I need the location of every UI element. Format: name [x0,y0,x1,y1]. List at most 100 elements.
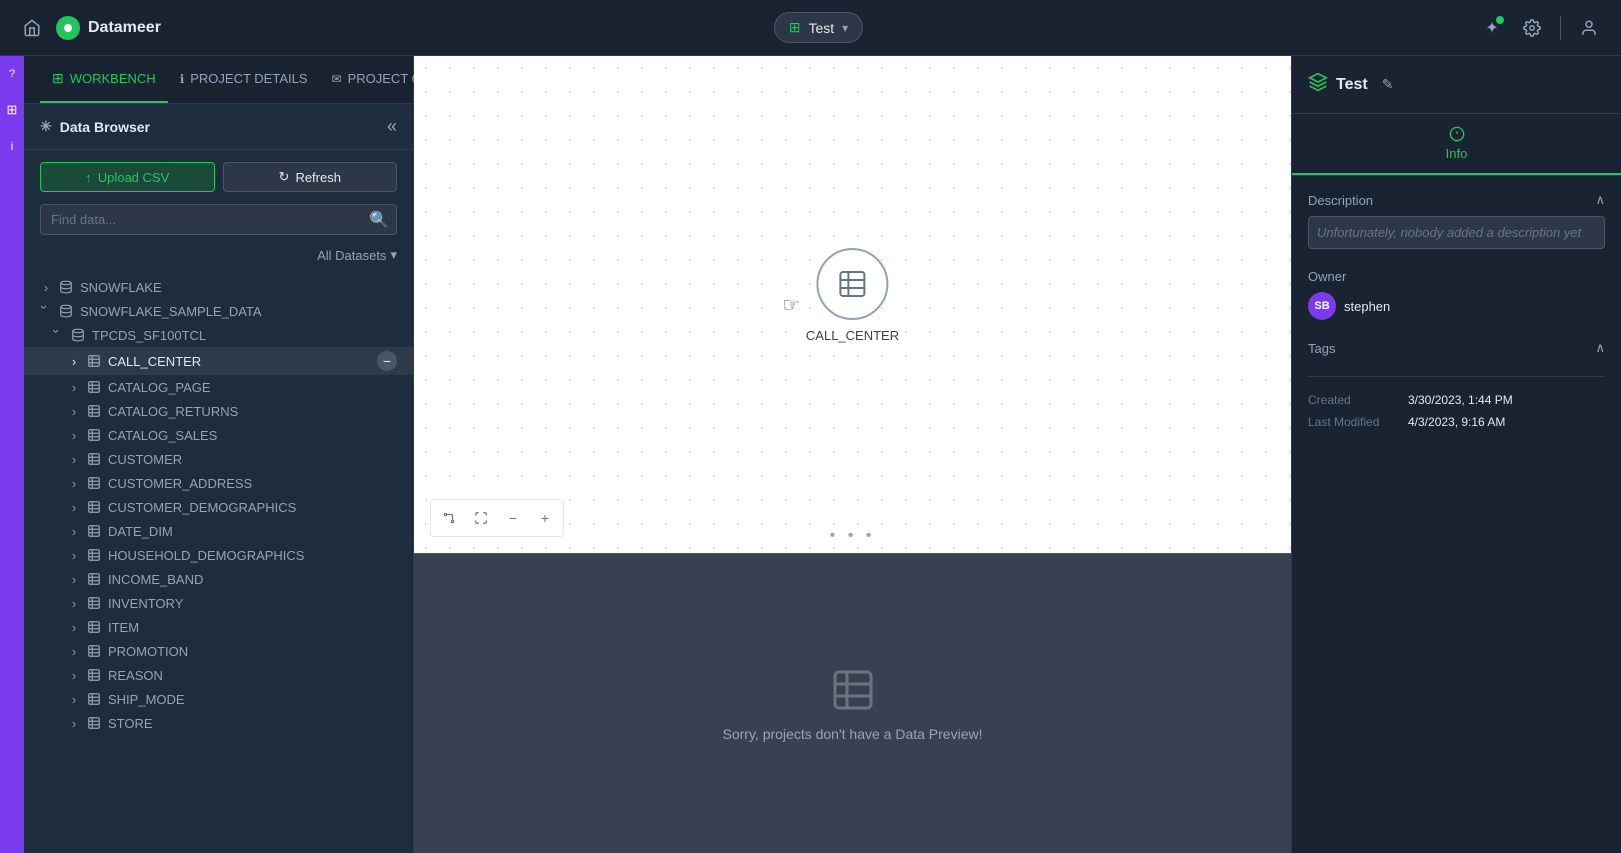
last-modified-value: 4/3/2023, 9:16 AM [1408,415,1505,429]
tree-item-label: REASON [108,668,397,683]
table-icon [86,667,102,683]
tree-item-label: SNOWFLAKE [80,280,397,295]
notifications-button[interactable]: ✦ [1476,12,1508,44]
edit-title-button[interactable]: ✎ [1382,76,1394,93]
canvas-expand-handle[interactable]: • • • [830,527,876,545]
chevron-right-icon: › [68,573,80,585]
chevron-right-icon: › [68,549,80,561]
chevron-right-icon: › [68,501,80,513]
user-icon [1580,19,1598,37]
nav-divider [1560,16,1561,40]
tree-item-label: PROMOTION [108,644,397,659]
tree-item-customer-address[interactable]: › CUSTOMER_ADDRESS [24,471,413,495]
table-icon [86,403,102,419]
chevron-down-icon: › [40,305,52,317]
tree-item-income-band[interactable]: › INCOME_BAND [24,567,413,591]
chevron-right-icon: › [40,281,52,293]
chevron-right-icon: › [68,717,80,729]
last-modified-label: Last Modified [1308,415,1408,429]
description-chevron-icon[interactable]: ∧ [1595,192,1605,208]
canvas-tool-connect[interactable] [435,504,463,532]
tree-item-tpcds[interactable]: › TPCDS_SF100TCL [24,323,413,347]
project-outputs-icon: ✉ [332,72,342,86]
tree-item-label: CALL_CENTER [108,354,371,369]
tags-label: Tags [1308,341,1335,356]
tree-item-label: CATALOG_SALES [108,428,397,443]
chevron-right-icon: › [68,405,80,417]
refresh-icon: ↻ [279,169,290,185]
node-label: CALL_CENTER [806,328,899,343]
table-icon [86,619,102,635]
table-icon [86,475,102,491]
tree-item-snowflake[interactable]: › SNOWFLAKE [24,275,413,299]
tree-item-label: CUSTOMER_DEMOGRAPHICS [108,500,397,515]
user-button[interactable] [1573,12,1605,44]
node-circle [816,248,888,320]
chevron-right-icon: › [68,429,80,441]
canvas-tool-fit[interactable] [467,504,495,532]
dataset-filter-dropdown[interactable]: All Datasets ▾ [317,247,397,263]
tree-item-catalog-page[interactable]: › CATALOG_PAGE [24,375,413,399]
workspace-label: Test [808,20,834,36]
tree-item-promotion[interactable]: › PROMOTION [24,639,413,663]
tab-project-details[interactable]: ℹ PROJECT DETAILS [168,56,320,103]
tree-item-date-dim[interactable]: › DATE_DIM [24,519,413,543]
chevron-right-icon: › [68,669,80,681]
tab-info[interactable]: Info [1292,114,1621,175]
help-tools-button[interactable]: ⊞ [2,100,22,120]
tab-workbench[interactable]: ⊞ WORKBENCH [40,56,168,103]
description-input[interactable]: Unfortunately, nobody added a descriptio… [1308,216,1605,249]
help-question-button[interactable]: ? [2,64,22,84]
canvas-tool-zoom-in[interactable]: + [531,504,559,532]
tree-item-catalog-sales[interactable]: › CATALOG_SALES [24,423,413,447]
workspace-icon: ⊞ [789,19,801,36]
tree-item-inventory[interactable]: › INVENTORY [24,591,413,615]
tags-chevron-icon[interactable]: ∧ [1595,340,1605,356]
add-to-canvas-button[interactable]: − [377,351,397,371]
canvas-node[interactable]: CALL_CENTER [806,248,899,343]
tree-item-snowflake-sample-data[interactable]: › SNOWFLAKE_SAMPLE_DATA [24,299,413,323]
tree-item-label: CATALOG_RETURNS [108,404,397,419]
table-icon [86,379,102,395]
settings-button[interactable] [1516,12,1548,44]
help-info-button[interactable]: i [2,136,22,156]
tree-item-customer[interactable]: › CUSTOMER [24,447,413,471]
gear-icon [1523,19,1541,37]
table-icon [86,427,102,443]
upload-csv-button[interactable]: ↑ Upload CSV [40,162,215,192]
table-node-icon [836,268,868,300]
avatar: SB [1308,292,1336,320]
search-input[interactable] [40,204,397,235]
tree-item-ship-mode[interactable]: › SHIP_MODE [24,687,413,711]
workspace-selector[interactable]: ⊞ Test ▾ [774,12,863,43]
tree-item-call-center[interactable]: › CALL_CENTER − [24,347,413,375]
table-icon [86,571,102,587]
no-preview-icon [829,666,877,714]
canvas-toolbar: − + [430,499,564,537]
home-button[interactable] [16,12,48,44]
collapse-panel-button[interactable]: « [387,116,397,137]
data-preview-area: Sorry, projects don't have a Data Previe… [414,553,1291,853]
schema-icon [70,327,86,343]
table-icon [86,643,102,659]
tree-item-store[interactable]: › STORE [24,711,413,735]
tree-item-catalog-returns[interactable]: › CATALOG_RETURNS [24,399,413,423]
canvas-tool-zoom-out[interactable]: − [499,504,527,532]
chevron-right-icon: › [68,645,80,657]
tree-item-label: CUSTOMER_ADDRESS [108,476,397,491]
table-icon [86,691,102,707]
table-icon [86,353,102,369]
tree-item-customer-demographics[interactable]: › CUSTOMER_DEMOGRAPHICS [24,495,413,519]
chevron-right-icon: › [68,525,80,537]
owner-name: stephen [1344,299,1390,314]
tree-item-item[interactable]: › ITEM [24,615,413,639]
right-panel-icon [1308,72,1328,97]
notification-dot [1496,16,1504,24]
tree-item-reason[interactable]: › REASON [24,663,413,687]
search-icon[interactable]: 🔍 [369,210,389,230]
tree-item-household-demographics[interactable]: › HOUSEHOLD_DEMOGRAPHICS [24,543,413,567]
logo-icon [56,16,80,40]
refresh-button[interactable]: ↻ Refresh [223,162,398,192]
tree-item-label: INVENTORY [108,596,397,611]
tree-item-label: HOUSEHOLD_DEMOGRAPHICS [108,548,397,563]
